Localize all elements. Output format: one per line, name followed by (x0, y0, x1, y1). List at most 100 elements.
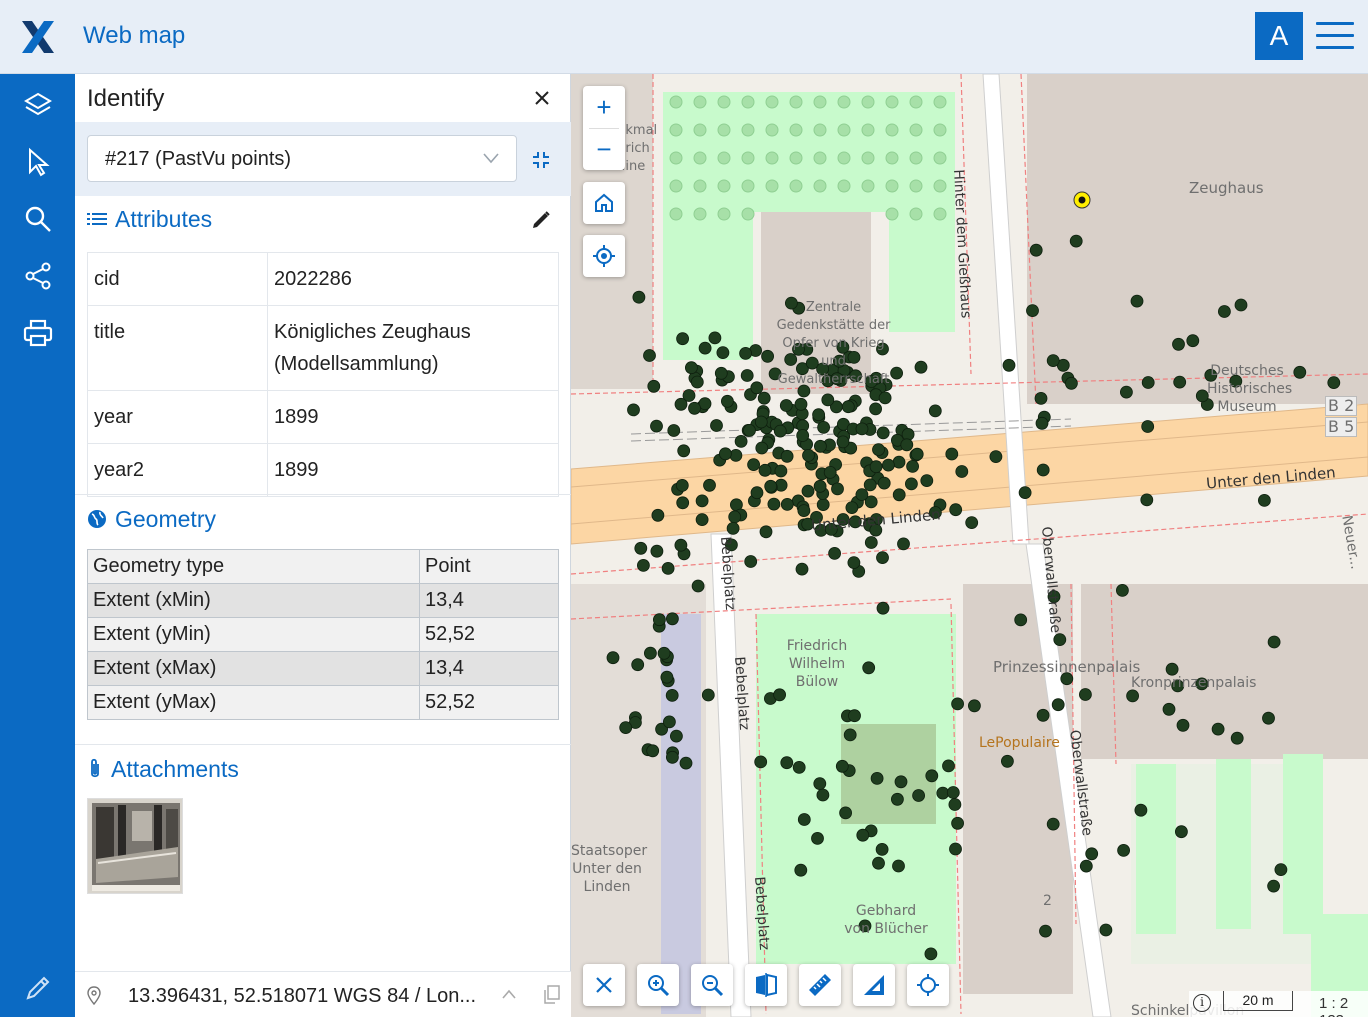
pastvu-point[interactable] (774, 464, 788, 478)
pastvu-point[interactable] (876, 601, 890, 615)
info-icon[interactable]: i (1193, 994, 1211, 1012)
pastvu-point[interactable] (914, 360, 928, 374)
pastvu-point[interactable] (754, 415, 768, 429)
pastvu-point[interactable] (695, 513, 709, 527)
pastvu-point[interactable] (945, 447, 959, 461)
pastvu-point[interactable] (904, 477, 918, 491)
pastvu-point[interactable] (729, 448, 743, 462)
pastvu-point[interactable] (1046, 817, 1060, 831)
pastvu-point[interactable] (965, 516, 979, 530)
pastvu-point[interactable] (1014, 613, 1028, 627)
pastvu-point[interactable] (1034, 391, 1048, 405)
pastvu-point[interactable] (767, 497, 781, 511)
pastvu-point[interactable] (1186, 334, 1200, 348)
pastvu-point[interactable] (1176, 718, 1190, 732)
pastvu-point[interactable] (1134, 803, 1148, 817)
pastvu-point[interactable] (870, 772, 884, 785)
pastvu-point[interactable] (1234, 298, 1248, 312)
pastvu-point[interactable] (892, 859, 905, 873)
pastvu-point[interactable] (792, 761, 806, 774)
pastvu-point[interactable] (764, 479, 778, 493)
pastvu-point[interactable] (661, 561, 675, 575)
geolocate-button[interactable] (583, 235, 625, 277)
pastvu-point[interactable] (801, 484, 815, 498)
pastvu-point[interactable] (1018, 486, 1032, 500)
pastvu-point[interactable] (676, 332, 689, 346)
pastvu-point[interactable] (750, 381, 764, 395)
pastvu-point[interactable] (728, 510, 742, 524)
pastvu-point[interactable] (862, 661, 876, 675)
pastvu-point[interactable] (821, 393, 835, 407)
zoom-out-button[interactable]: − (583, 128, 625, 170)
pastvu-point[interactable] (1274, 863, 1288, 876)
pastvu-point[interactable] (812, 408, 826, 422)
pastvu-point[interactable] (876, 426, 890, 440)
geometry-header[interactable]: Geometry (87, 503, 216, 535)
pastvu-point[interactable] (637, 558, 650, 572)
pastvu-point[interactable] (989, 450, 1003, 464)
pastvu-point[interactable] (670, 729, 683, 743)
pastvu-point[interactable] (1141, 420, 1155, 433)
pastvu-point[interactable] (802, 448, 815, 462)
pastvu-point[interactable] (695, 494, 709, 508)
pastvu-point[interactable] (1267, 879, 1280, 893)
attachments-header[interactable]: Attachments (87, 753, 239, 785)
pastvu-point[interactable] (750, 486, 764, 500)
pastvu-point[interactable] (720, 394, 734, 408)
pastvu-point[interactable] (897, 537, 910, 551)
pastvu-point[interactable] (797, 813, 811, 826)
pastvu-point[interactable] (811, 832, 824, 845)
pastvu-point[interactable] (949, 503, 963, 517)
pastvu-point[interactable] (847, 556, 861, 570)
pastvu-point[interactable] (726, 521, 740, 535)
pastvu-point[interactable] (835, 759, 849, 773)
pastvu-point[interactable] (1026, 304, 1039, 318)
pastvu-point[interactable] (631, 658, 645, 672)
pastvu-point[interactable] (1162, 702, 1176, 716)
pastvu-point[interactable] (685, 361, 698, 375)
pastvu-point[interactable] (653, 613, 666, 627)
pastvu-point[interactable] (1327, 376, 1341, 390)
pastvu-point[interactable] (1053, 633, 1067, 646)
pastvu-point[interactable] (951, 697, 965, 711)
pastvu-point[interactable] (644, 646, 657, 660)
pastvu-point[interactable] (674, 397, 688, 411)
pastvu-point[interactable] (910, 447, 924, 461)
pastvu-point[interactable] (714, 366, 728, 380)
pastvu-point[interactable] (869, 460, 883, 474)
pastvu-point[interactable] (758, 463, 772, 477)
app-logo-icon[interactable] (20, 19, 56, 55)
pastvu-point[interactable] (1117, 844, 1130, 857)
close-icon[interactable] (531, 87, 553, 109)
pastvu-point[interactable] (892, 455, 906, 469)
pastvu-point[interactable] (848, 709, 861, 723)
print-icon[interactable] (17, 312, 59, 354)
pastvu-point[interactable] (795, 562, 809, 576)
pastvu-point[interactable] (946, 786, 960, 799)
home-extent-button[interactable] (583, 182, 625, 224)
pastvu-point[interactable] (839, 806, 853, 820)
pastvu-point[interactable] (688, 401, 701, 415)
feature-select[interactable]: #217 (PastVu points) (87, 135, 517, 182)
share-icon[interactable] (17, 255, 59, 297)
clear-tool-button[interactable] (583, 964, 625, 1006)
pastvu-point[interactable] (813, 479, 827, 493)
pastvu-point[interactable] (643, 349, 656, 362)
pastvu-point[interactable] (813, 439, 827, 453)
pastvu-point[interactable] (823, 465, 837, 479)
pastvu-point[interactable] (754, 755, 768, 769)
pastvu-point[interactable] (816, 498, 830, 512)
pastvu-point[interactable] (646, 744, 660, 758)
pastvu-point[interactable] (1039, 924, 1052, 938)
pastvu-point[interactable] (665, 689, 679, 702)
pastvu-point[interactable] (663, 715, 676, 729)
pastvu-point[interactable] (872, 443, 885, 457)
pastvu-point[interactable] (674, 538, 688, 552)
pastvu-point[interactable] (651, 508, 665, 522)
pastvu-point[interactable] (708, 331, 722, 345)
pastvu-point[interactable] (831, 482, 844, 496)
pastvu-point[interactable] (701, 688, 715, 702)
pastvu-point[interactable] (698, 341, 712, 355)
pastvu-point[interactable] (739, 346, 753, 360)
pastvu-point[interactable] (955, 465, 969, 478)
